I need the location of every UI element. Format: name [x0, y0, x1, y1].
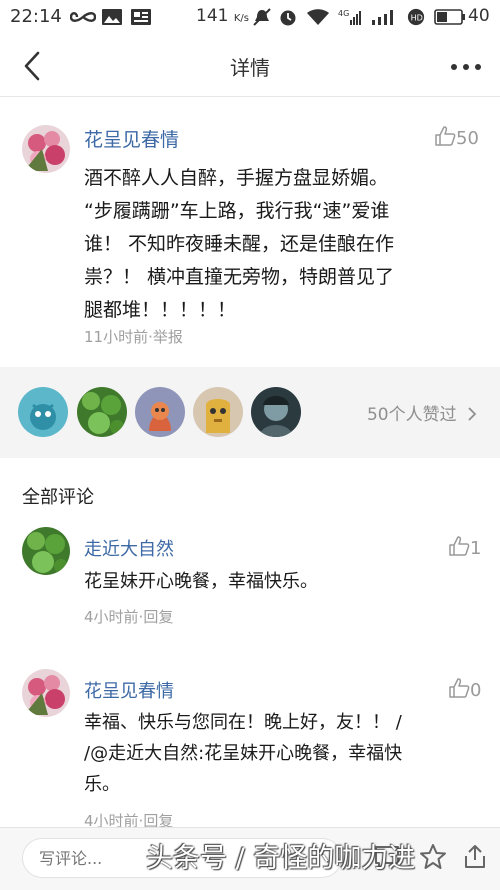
likers-bar: 50个人赞过 — [0, 367, 500, 458]
thumbs-up-icon — [435, 126, 456, 146]
liker-avatar[interactable] — [135, 387, 185, 437]
comment-line: 乐。 — [84, 774, 120, 795]
status-time: 22:14 — [10, 6, 62, 27]
liker-avatar[interactable] — [77, 387, 127, 437]
comment-line: /@走近大自然:花呈妹开心晚餐，幸福快 — [84, 743, 403, 764]
post-line: 祟？！ 横冲直撞无旁物，特朗普见了 — [84, 266, 395, 288]
comment-author-name[interactable]: 花呈见春情 — [84, 677, 174, 703]
vibrate-off-icon — [253, 8, 271, 26]
comment-text: 花呈妹开心晚餐，幸福快乐。 — [84, 571, 318, 592]
comments-header: 全部评论 — [22, 487, 94, 508]
alarm-icon — [280, 10, 296, 26]
news-icon — [131, 9, 151, 25]
post-author-name[interactable]: 花呈见春情 — [84, 125, 179, 152]
chevron-right-icon — [468, 407, 477, 421]
comment-like-count: 1 — [470, 538, 482, 559]
post-content: 酒不醉人人自醉，手握方盘显娇媚。 “步履蹒跚”车上路，我行我“速”爱谁 谁！ 不… — [84, 162, 474, 327]
infinity-icon — [70, 12, 96, 22]
nav-bar: 详情 — [0, 36, 500, 97]
likers-summary: 50个人赞过 — [366, 405, 457, 425]
report-link[interactable]: 举报 — [153, 328, 183, 346]
comment-like-button[interactable]: 0 — [448, 677, 481, 701]
post-line: 酒不醉人人自醉，手握方盘显娇媚。 — [84, 167, 389, 189]
star-icon[interactable] — [418, 842, 448, 872]
post-time: 11小时前 — [84, 328, 149, 346]
liker-avatar[interactable] — [193, 387, 243, 437]
thumbs-up-icon — [449, 678, 470, 698]
post-card: 花呈见春情 50 酒不醉人人自醉，手握方盘显娇媚。 “步履蹒跚”车上路，我行我“… — [0, 97, 500, 367]
comment-author-avatar[interactable] — [22, 527, 70, 575]
post-author-avatar[interactable] — [22, 125, 70, 173]
comment-author-avatar[interactable] — [22, 669, 70, 717]
page-title: 详情 — [230, 56, 270, 80]
comment-time: 4小时前 — [84, 608, 139, 626]
svg-text:4G: 4G — [338, 9, 349, 18]
comment-author-name[interactable]: 走近大自然 — [84, 535, 174, 561]
liker-avatar[interactable] — [18, 387, 68, 437]
battery-level: 40 — [468, 6, 490, 26]
comment-like-count: 0 — [470, 680, 482, 701]
wifi-icon — [307, 9, 329, 25]
status-bar: 22:14 141 K/s 4G HD 40 — [0, 0, 500, 36]
post-meta: 11小时前·举报 — [84, 326, 183, 347]
reply-link[interactable]: 回复 — [143, 608, 173, 626]
post-line: 谁！ 不知昨夜睡未醒，还是佳酿在作 — [84, 233, 395, 255]
more-options-icon[interactable] — [450, 62, 482, 72]
post-like-count: 50 — [456, 128, 479, 149]
comment-like-button[interactable]: 1 — [448, 535, 481, 559]
hd-icon: HD — [407, 8, 425, 26]
signal-icon — [372, 10, 393, 25]
share-icon[interactable] — [460, 842, 490, 872]
svg-text:HD: HD — [411, 13, 423, 23]
battery-icon — [434, 9, 465, 25]
post-line: 腿都堆！！！！！ — [84, 299, 237, 321]
gallery-icon — [102, 9, 122, 25]
comment-text: 幸福、快乐与您同在！晚上好，友！！ / /@走近大自然:花呈妹开心晚餐，幸福快 … — [84, 707, 479, 800]
liker-avatar[interactable] — [251, 387, 301, 437]
post-line: “步履蹒跚”车上路，我行我“速”爱谁 — [84, 200, 390, 222]
comment-line: 幸福、快乐与您同在！晚上好，友！！ / — [84, 712, 402, 733]
network-speed: 141 K/s — [196, 6, 249, 26]
thumbs-up-icon — [449, 536, 470, 556]
likers-summary-link[interactable]: 50个人赞过 — [367, 400, 478, 425]
signal-4g-icon: 4G — [338, 9, 361, 25]
watermark: 头条号 / 奇怪的咖力进 — [146, 843, 416, 874]
comment-meta: 4小时前·回复 — [84, 606, 173, 627]
post-like-button[interactable]: 50 — [434, 125, 479, 149]
